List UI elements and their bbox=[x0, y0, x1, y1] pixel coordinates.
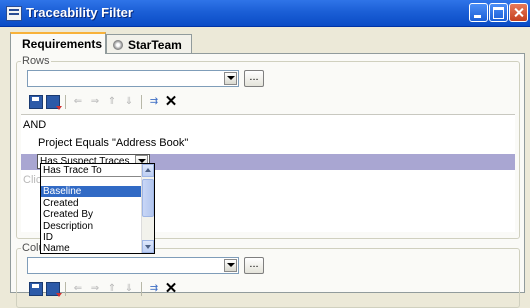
minimize-button[interactable] bbox=[469, 3, 488, 22]
tab-starteam-label: StarTeam bbox=[128, 37, 182, 52]
window-title: Traceability Filter bbox=[26, 5, 133, 20]
tab-requirements[interactable]: Requirements bbox=[10, 32, 106, 54]
dropdown-item-description[interactable]: Description bbox=[41, 221, 154, 232]
toolbar-separator bbox=[65, 282, 66, 296]
save-down-icon[interactable] bbox=[46, 95, 62, 110]
scroll-down-icon[interactable] bbox=[142, 240, 154, 253]
tree-node-and-label: AND bbox=[23, 119, 47, 131]
move-right-icon[interactable]: ⇒ bbox=[88, 95, 102, 109]
columns-toolbar: ⇐ ⇒ ⇑ ⇓ ⇉ ✕ bbox=[29, 279, 178, 299]
move-left-icon[interactable]: ⇐ bbox=[71, 282, 85, 296]
delete-icon[interactable]: ✕ bbox=[164, 94, 178, 109]
scroll-up-icon[interactable] bbox=[142, 164, 154, 177]
condition-dropdown-list[interactable]: Has Trace To Baseline Created Created By… bbox=[40, 163, 155, 254]
dropdown-scrollbar[interactable] bbox=[141, 164, 154, 253]
rows-legend: Rows bbox=[21, 55, 51, 67]
move-left-icon[interactable]: ⇐ bbox=[71, 95, 85, 109]
close-button[interactable] bbox=[509, 3, 528, 22]
tab-starteam[interactable]: StarTeam bbox=[106, 34, 192, 54]
dropdown-item-created-by[interactable]: Created By bbox=[41, 209, 154, 220]
app-icon bbox=[6, 6, 22, 21]
insert-row-icon[interactable]: ⇉ bbox=[147, 95, 161, 109]
columns-browse-button[interactable]: ... bbox=[244, 257, 264, 274]
move-down-icon[interactable]: ⇓ bbox=[122, 95, 136, 109]
diamond-icon bbox=[13, 40, 21, 48]
chevron-down-icon[interactable] bbox=[224, 259, 237, 272]
toolbar-separator bbox=[141, 282, 142, 296]
rows-browse-button[interactable]: ... bbox=[244, 70, 264, 87]
move-up-icon[interactable]: ⇑ bbox=[105, 282, 119, 296]
scroll-thumb[interactable] bbox=[142, 179, 154, 217]
maximize-button[interactable] bbox=[489, 3, 508, 22]
delete-icon[interactable]: ✕ bbox=[164, 281, 178, 296]
dropdown-item-name[interactable]: Name bbox=[41, 243, 154, 253]
tree-node-and[interactable]: AND bbox=[21, 117, 515, 133]
dropdown-item-id[interactable]: ID bbox=[41, 232, 154, 243]
dropdown-item-has-trace-to[interactable]: Has Trace To bbox=[41, 164, 154, 177]
dropdown-item-created[interactable]: Created bbox=[41, 198, 154, 209]
move-down-icon[interactable]: ⇓ bbox=[122, 282, 136, 296]
tab-requirements-label: Requirements bbox=[22, 37, 103, 51]
title-bar[interactable]: Traceability Filter bbox=[0, 0, 530, 27]
insert-row-icon[interactable]: ⇉ bbox=[147, 282, 161, 296]
rows-toolbar: ⇐ ⇒ ⇑ ⇓ ⇉ ✕ bbox=[29, 92, 178, 112]
chevron-down-icon[interactable] bbox=[224, 72, 237, 85]
save-icon[interactable] bbox=[29, 282, 43, 296]
dropdown-item-baseline[interactable]: Baseline bbox=[41, 186, 154, 197]
rows-combo[interactable] bbox=[27, 70, 239, 87]
save-icon[interactable] bbox=[29, 95, 43, 109]
tree-node-condition[interactable]: Project Equals "Address Book" bbox=[21, 135, 515, 151]
columns-combo[interactable] bbox=[27, 257, 239, 274]
columns-group: Colu ... ⇐ ⇒ ⇑ ⇓ ⇉ ✕ bbox=[16, 242, 520, 308]
move-up-icon[interactable]: ⇑ bbox=[105, 95, 119, 109]
toolbar-separator bbox=[65, 95, 66, 109]
starteam-icon bbox=[113, 39, 123, 50]
move-right-icon[interactable]: ⇒ bbox=[88, 282, 102, 296]
tree-node-condition-label: Project Equals "Address Book" bbox=[38, 137, 189, 149]
save-down-icon[interactable] bbox=[46, 282, 62, 297]
tree-add-hint-label: Clic bbox=[23, 174, 42, 186]
toolbar-separator bbox=[141, 95, 142, 109]
